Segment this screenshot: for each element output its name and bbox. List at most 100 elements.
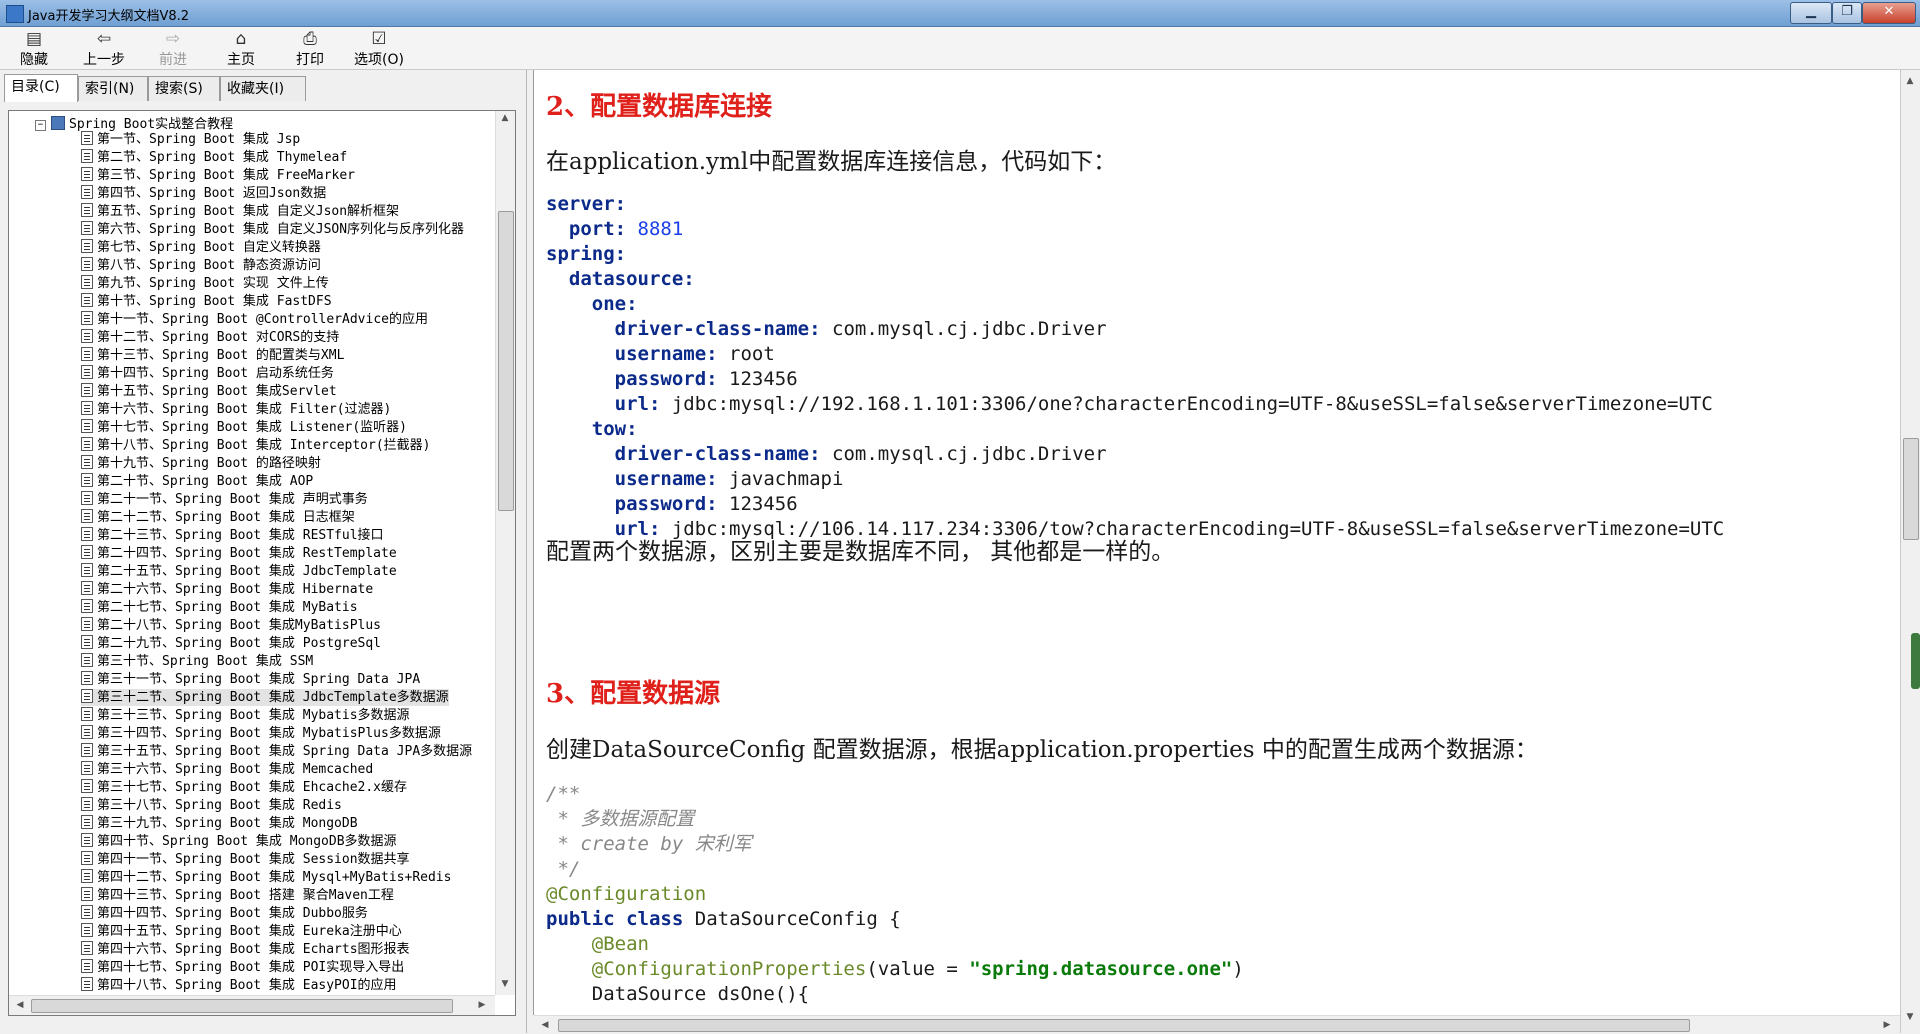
minimize-button[interactable]: ▁ — [1790, 2, 1832, 24]
tree-item[interactable]: 第四节、Spring Boot 返回Json数据 — [81, 185, 326, 202]
content-vertical-scrollbar[interactable]: ▲ ▼ — [1900, 70, 1920, 1033]
yaml-key: one: — [591, 293, 638, 315]
scroll-left-arrow-icon[interactable]: ◀ — [536, 1020, 554, 1030]
tree-item[interactable]: 第二十二节、Spring Boot 集成 日志框架 — [81, 509, 355, 526]
tree-item[interactable]: 第七节、Spring Boot 自定义转换器 — [81, 239, 321, 256]
scroll-down-arrow-icon[interactable]: ▼ — [496, 979, 514, 989]
forward-button[interactable]: ⇨ 前进 — [145, 29, 201, 68]
page-icon — [81, 779, 93, 793]
app-icon — [6, 5, 24, 23]
tree-item[interactable]: 第三十五节、Spring Boot 集成 Spring Data JPA多数据源 — [81, 743, 472, 760]
tab-index[interactable]: 索引(N) — [78, 76, 148, 101]
tab-contents[interactable]: 目录(C) — [4, 74, 78, 102]
tree-item[interactable]: 第二十七节、Spring Boot 集成 MyBatis — [81, 599, 358, 616]
tree-item[interactable]: 第四十二节、Spring Boot 集成 Mysql+MyBatis+Redis — [81, 869, 451, 886]
page-icon — [81, 869, 93, 883]
tree-item[interactable]: 第四十五节、Spring Boot 集成 Eureka注册中心 — [81, 923, 402, 940]
code-annotation: @ConfigurationProperties — [591, 958, 867, 980]
tree-item-label: 第四十七节、Spring Boot 集成 POI实现导入导出 — [97, 960, 405, 975]
tree-item-label: 第八节、Spring Boot 静态资源访问 — [97, 258, 321, 273]
tree-item[interactable]: 第二十三节、Spring Boot 集成 RESTful接口 — [81, 527, 384, 544]
tree-scroll-thumb[interactable] — [498, 211, 514, 511]
maximize-button[interactable]: ❐ — [1832, 2, 1862, 24]
tree-item[interactable]: 第四十一节、Spring Boot 集成 Session数据共享 — [81, 851, 410, 868]
tab-search[interactable]: 搜索(S) — [148, 76, 220, 101]
tree-item[interactable]: 第三十九节、Spring Boot 集成 MongoDB — [81, 815, 358, 832]
scroll-right-arrow-icon[interactable]: ▶ — [1878, 1020, 1896, 1030]
scroll-up-arrow-icon[interactable]: ▲ — [496, 113, 514, 123]
page-icon — [81, 545, 93, 559]
home-button[interactable]: ⌂ 主页 — [213, 29, 269, 68]
tree-item[interactable]: 第二十四节、Spring Boot 集成 RestTemplate — [81, 545, 397, 562]
code-comment: * create by 宋利军 — [546, 833, 752, 855]
tree-item[interactable]: 第三节、Spring Boot 集成 FreeMarker — [81, 167, 355, 184]
yaml-value: com.mysql.cj.jdbc.Driver — [832, 318, 1107, 340]
tree-item[interactable]: 第一节、Spring Boot 集成 Jsp — [81, 131, 300, 148]
tree-item[interactable]: 第九节、Spring Boot 实现 文件上传 — [81, 275, 329, 292]
hide-button[interactable]: ▤ 隐藏 — [6, 29, 62, 68]
tab-favorites[interactable]: 收藏夹(I) — [220, 76, 306, 101]
tree-item[interactable]: 第四十八节、Spring Boot 集成 EasyPOI的应用 — [81, 977, 397, 994]
tree-item[interactable]: 第三十二节、Spring Boot 集成 JdbcTemplate多数据源 — [81, 689, 449, 706]
tree-item[interactable]: 第十七节、Spring Boot 集成 Listener(监听器) — [81, 419, 407, 436]
tree-item[interactable]: 第二十节、Spring Boot 集成 AOP — [81, 473, 313, 490]
tree-item[interactable]: 第二节、Spring Boot 集成 Thymeleaf — [81, 149, 347, 166]
tree-item[interactable]: 第三十一节、Spring Boot 集成 Spring Data JPA — [81, 671, 420, 688]
tree-item[interactable]: 第四十七节、Spring Boot 集成 POI实现导入导出 — [81, 959, 404, 976]
tree-item[interactable]: 第十一节、Spring Boot @ControllerAdvice的应用 — [81, 311, 428, 328]
print-button[interactable]: ⎙ 打印 — [282, 29, 338, 68]
content-scroll-thumb[interactable] — [1903, 438, 1919, 540]
options-button[interactable]: ☑ 选项(O) — [349, 29, 409, 68]
tree-root[interactable]: − Spring Boot实战整合教程 — [35, 113, 234, 132]
tree-item[interactable]: 第八节、Spring Boot 静态资源访问 — [81, 257, 321, 274]
tree-item[interactable]: 第十二节、Spring Boot 对CORS的支持 — [81, 329, 339, 346]
yaml-value: 123456 — [729, 493, 798, 515]
tree-item[interactable]: 第十三节、Spring Boot 的配置类与XML — [81, 347, 344, 364]
tree-item[interactable]: 第六节、Spring Boot 集成 自定义JSON序列化与反序列化器 — [81, 221, 464, 238]
tree-item-label: 第十一节、Spring Boot @ControllerAdvice的应用 — [97, 312, 428, 327]
tree-item[interactable]: 第四十四节、Spring Boot 集成 Dubbo服务 — [81, 905, 368, 922]
scroll-right-arrow-icon[interactable]: ▶ — [473, 1000, 491, 1010]
content-horizontal-scrollbar[interactable]: ◀ ▶ — [534, 1015, 1900, 1034]
code-text: DataSourceConfig { — [694, 908, 901, 930]
tree-item[interactable]: 第二十六节、Spring Boot 集成 Hibernate — [81, 581, 373, 598]
tree-item[interactable]: 第三十三节、Spring Boot 集成 Mybatis多数据源 — [81, 707, 410, 724]
tree-item[interactable]: 第三十六节、Spring Boot 集成 Memcached — [81, 761, 373, 778]
page-icon — [81, 851, 93, 865]
tree-item[interactable]: 第三十节、Spring Boot 集成 SSM — [81, 653, 313, 670]
scroll-down-arrow-icon[interactable]: ▼ — [1901, 1012, 1919, 1022]
tree-hscroll-thumb[interactable] — [31, 999, 453, 1013]
collapse-icon[interactable]: − — [35, 120, 46, 131]
tree-item[interactable]: 第十四节、Spring Boot 启动系统任务 — [81, 365, 334, 382]
scroll-left-arrow-icon[interactable]: ◀ — [11, 1000, 29, 1010]
tree-item-label: 第四十一节、Spring Boot 集成 Session数据共享 — [97, 852, 410, 867]
tree-item[interactable]: 第二十五节、Spring Boot 集成 JdbcTemplate — [81, 563, 397, 580]
tree-horizontal-scrollbar[interactable]: ◀ ▶ — [9, 995, 495, 1015]
tree-item[interactable]: 第二十一节、Spring Boot 集成 声明式事务 — [81, 491, 368, 508]
tree-item-label: 第二十七节、Spring Boot 集成 MyBatis — [97, 600, 358, 615]
close-button[interactable]: ✕ — [1862, 2, 1916, 24]
tree-item[interactable]: 第三十四节、Spring Boot 集成 MybatisPlus多数据源 — [81, 725, 441, 742]
tree-item[interactable]: 第二十八节、Spring Boot 集成MyBatisPlus — [81, 617, 381, 634]
tree-item[interactable]: 第十九节、Spring Boot 的路径映射 — [81, 455, 321, 472]
tree-item[interactable]: 第四十三节、Spring Boot 搭建 聚合Maven工程 — [81, 887, 394, 904]
content-hscroll-thumb[interactable] — [558, 1019, 1690, 1032]
code-text: DataSource dsOne(){ — [591, 983, 810, 1005]
tree-vertical-scrollbar[interactable]: ▲ ▼ — [495, 111, 515, 995]
tree-item[interactable]: 第十八节、Spring Boot 集成 Interceptor(拦截器) — [81, 437, 431, 454]
tree-item[interactable]: 第十六节、Spring Boot 集成 Filter(过滤器) — [81, 401, 391, 418]
tree-item[interactable]: 第十节、Spring Boot 集成 FastDFS — [81, 293, 332, 310]
tree-item[interactable]: 第三十八节、Spring Boot 集成 Redis — [81, 797, 342, 814]
tree-item[interactable]: 第四十节、Spring Boot 集成 MongoDB多数据源 — [81, 833, 397, 850]
tree-item-label: 第十六节、Spring Boot 集成 Filter(过滤器) — [97, 402, 392, 417]
scroll-up-arrow-icon[interactable]: ▲ — [1901, 76, 1919, 86]
tree-item[interactable]: 第三十七节、Spring Boot 集成 Ehcache2.x缓存 — [81, 779, 407, 796]
contents-tree[interactable]: − Spring Boot实战整合教程 第一节、Spring Boot 集成 Js… — [9, 111, 495, 995]
back-button[interactable]: ⇦ 上一步 — [76, 29, 132, 68]
tree-item[interactable]: 第四十六节、Spring Boot 集成 Echarts图形报表 — [81, 941, 410, 958]
tree-item[interactable]: 第二十九节、Spring Boot 集成 PostgreSql — [81, 635, 381, 652]
tree-item[interactable]: 第十五节、Spring Boot 集成Servlet — [81, 383, 337, 400]
tree-root-label: Spring Boot实战整合教程 — [69, 117, 234, 132]
tree-item-label: 第九节、Spring Boot 实现 文件上传 — [97, 276, 329, 291]
tree-item[interactable]: 第五节、Spring Boot 集成 自定义Json解析框架 — [81, 203, 399, 220]
